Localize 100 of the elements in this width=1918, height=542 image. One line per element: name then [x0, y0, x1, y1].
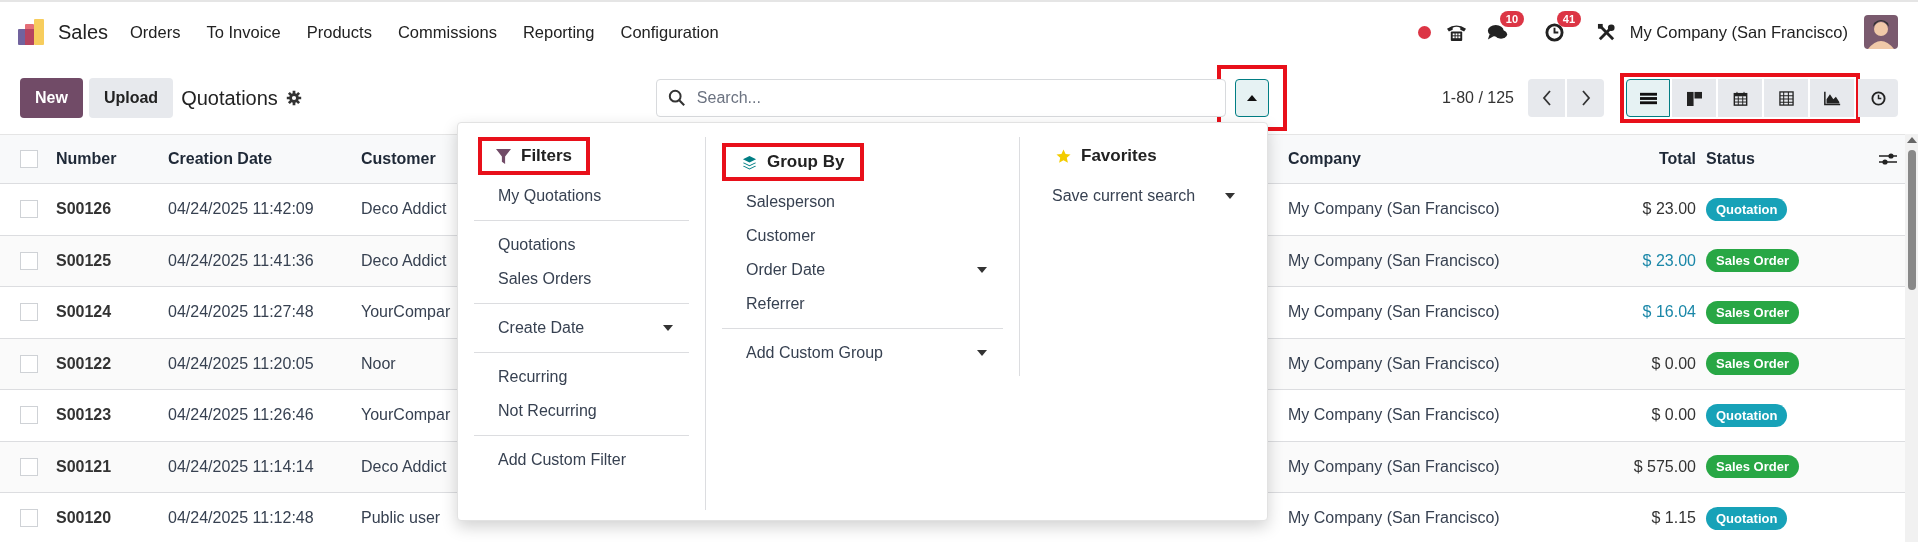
menu-option[interactable]: Not Recurring — [474, 394, 689, 428]
menu-option[interactable]: Recurring — [474, 360, 689, 394]
menu-item[interactable]: Products — [306, 22, 372, 42]
table-cell-text: S00120 — [56, 509, 113, 528]
next-button[interactable] — [1567, 79, 1604, 117]
checkbox[interactable] — [20, 200, 38, 219]
app-logo-icon[interactable] — [18, 19, 46, 45]
status-tag: Sales Order — [1706, 300, 1799, 324]
column-header[interactable]: Total — [1578, 150, 1696, 168]
menu-option[interactable]: Add Custom Group — [722, 336, 1003, 370]
pivot-view-button[interactable] — [1764, 79, 1808, 117]
column-header[interactable]: Number — [56, 150, 168, 168]
checkbox[interactable] — [20, 251, 38, 270]
previous-button[interactable] — [1528, 79, 1565, 117]
checkbox[interactable] — [20, 457, 38, 476]
checkbox[interactable] — [20, 150, 38, 168]
menu-option[interactable]: Save current search — [1048, 179, 1251, 213]
table-cell-text: S00124 — [56, 303, 113, 322]
menu-option[interactable]: Referrer — [722, 287, 1003, 321]
menu-option[interactable]: Customer — [722, 219, 1003, 253]
calendar-view-button[interactable] — [1718, 79, 1762, 117]
table-cell-text: 04/24/2025 11:14:14 — [168, 457, 315, 476]
table-cell-text: $ 1.15 — [1650, 509, 1696, 528]
chat-icon[interactable] — [1486, 22, 1508, 42]
action-button[interactable]: Upload — [88, 78, 174, 118]
table-cell-text: 04/24/2025 11:12:48 — [168, 509, 315, 528]
activity-view-button[interactable] — [1858, 79, 1898, 117]
checkbox[interactable] — [20, 354, 38, 373]
settings-icon[interactable] — [285, 90, 302, 106]
table-cell-text: $ 23.00 — [1641, 251, 1696, 270]
checkbox[interactable] — [20, 509, 38, 528]
menu-option[interactable]: Create Date — [474, 311, 689, 345]
scrollbar-thumb[interactable] — [1907, 150, 1916, 290]
panel-heading: Filters — [521, 146, 573, 166]
menu-item[interactable]: Orders — [130, 22, 181, 42]
column-header[interactable]: Creation Date — [168, 150, 361, 168]
table-cell-text: $ 0.00 — [1650, 406, 1696, 425]
table-cell-text: 04/24/2025 11:42:09 — [168, 200, 315, 219]
search-icon — [667, 89, 686, 107]
graph-view-button[interactable] — [1810, 79, 1854, 117]
layers-icon — [742, 154, 757, 170]
area-chart-icon — [1823, 90, 1841, 106]
checkbox[interactable] — [20, 303, 38, 322]
column-header[interactable]: Customer — [361, 150, 436, 167]
scrollbar[interactable] — [1905, 134, 1918, 542]
menu-option[interactable]: Salesperson — [722, 185, 1003, 219]
table-cell-text: $ 23.00 — [1641, 200, 1696, 219]
kanban-view-button[interactable] — [1672, 79, 1716, 117]
caret-icon — [977, 267, 987, 273]
table-cell: Public user — [361, 509, 441, 527]
phone-icon[interactable] — [1445, 22, 1467, 42]
menu-option[interactable]: Add Custom Filter — [474, 443, 689, 477]
checkbox[interactable] — [20, 406, 38, 425]
menu-option[interactable]: Quotations — [474, 228, 689, 262]
table-cell: YourCompar — [361, 303, 451, 321]
menu-item[interactable]: Reporting — [522, 22, 595, 42]
menu-item[interactable]: Commissions — [397, 22, 497, 42]
status-tag: Quotation — [1706, 403, 1788, 427]
search-options-toggle[interactable] — [1234, 79, 1269, 117]
menu-option[interactable]: My Quotations — [474, 179, 689, 213]
table-cell: Noor — [361, 354, 396, 372]
table-cell-text: My Company (San Francisco) — [1288, 406, 1501, 425]
status-tag: Sales Order — [1706, 455, 1799, 479]
caret-icon — [977, 350, 987, 356]
table-cell-text: 04/24/2025 11:27:48 — [168, 303, 315, 322]
clock-icon[interactable] — [1543, 22, 1565, 42]
table-cell: Deco Addict — [361, 457, 447, 475]
menu-item[interactable]: Configuration — [620, 22, 719, 42]
table-cell-text: 04/24/2025 11:26:46 — [168, 406, 315, 425]
pager-value[interactable]: 1-80 / 125 — [1441, 89, 1514, 107]
chevron-right-icon — [1580, 89, 1591, 107]
list-icon — [1639, 90, 1657, 106]
table-cell-text: S00123 — [56, 406, 113, 425]
status-tag: Sales Order — [1706, 249, 1799, 273]
scroll-up-icon[interactable] — [1906, 137, 1917, 143]
sliders-icon[interactable] — [1878, 152, 1897, 166]
page-title: Quotations — [181, 86, 278, 110]
app-name[interactable]: Sales — [58, 20, 109, 44]
table-cell-text: 04/24/2025 11:41:36 — [168, 251, 315, 270]
action-button[interactable]: New — [20, 78, 83, 118]
search-field[interactable]: Search... — [655, 79, 1226, 117]
column-header[interactable]: Status — [1696, 150, 1870, 168]
list-view-button[interactable] — [1626, 79, 1670, 117]
table-cell: Deco Addict — [361, 200, 447, 218]
status-tag: Sales Order — [1706, 352, 1799, 376]
table-cell-text: S00121 — [56, 457, 113, 476]
status-dot-icon[interactable] — [1417, 25, 1431, 39]
caret-icon — [1246, 95, 1257, 101]
menu-option[interactable]: Order Date — [722, 253, 1003, 287]
status-tag: Quotation — [1706, 197, 1788, 221]
table-cell-text: My Company (San Francisco) — [1288, 509, 1501, 528]
tools-icon[interactable] — [1596, 22, 1616, 42]
menu-item[interactable]: To Invoice — [206, 22, 281, 42]
avatar[interactable] — [1864, 15, 1898, 49]
table-cell-text: 04/24/2025 11:20:05 — [168, 354, 315, 373]
star-icon — [1056, 148, 1071, 164]
clock-icon — [1869, 90, 1887, 106]
column-header[interactable]: Company — [1288, 150, 1578, 168]
menu-option[interactable]: Sales Orders — [474, 262, 689, 296]
company-name[interactable]: My Company (San Francisco) — [1629, 22, 1848, 42]
